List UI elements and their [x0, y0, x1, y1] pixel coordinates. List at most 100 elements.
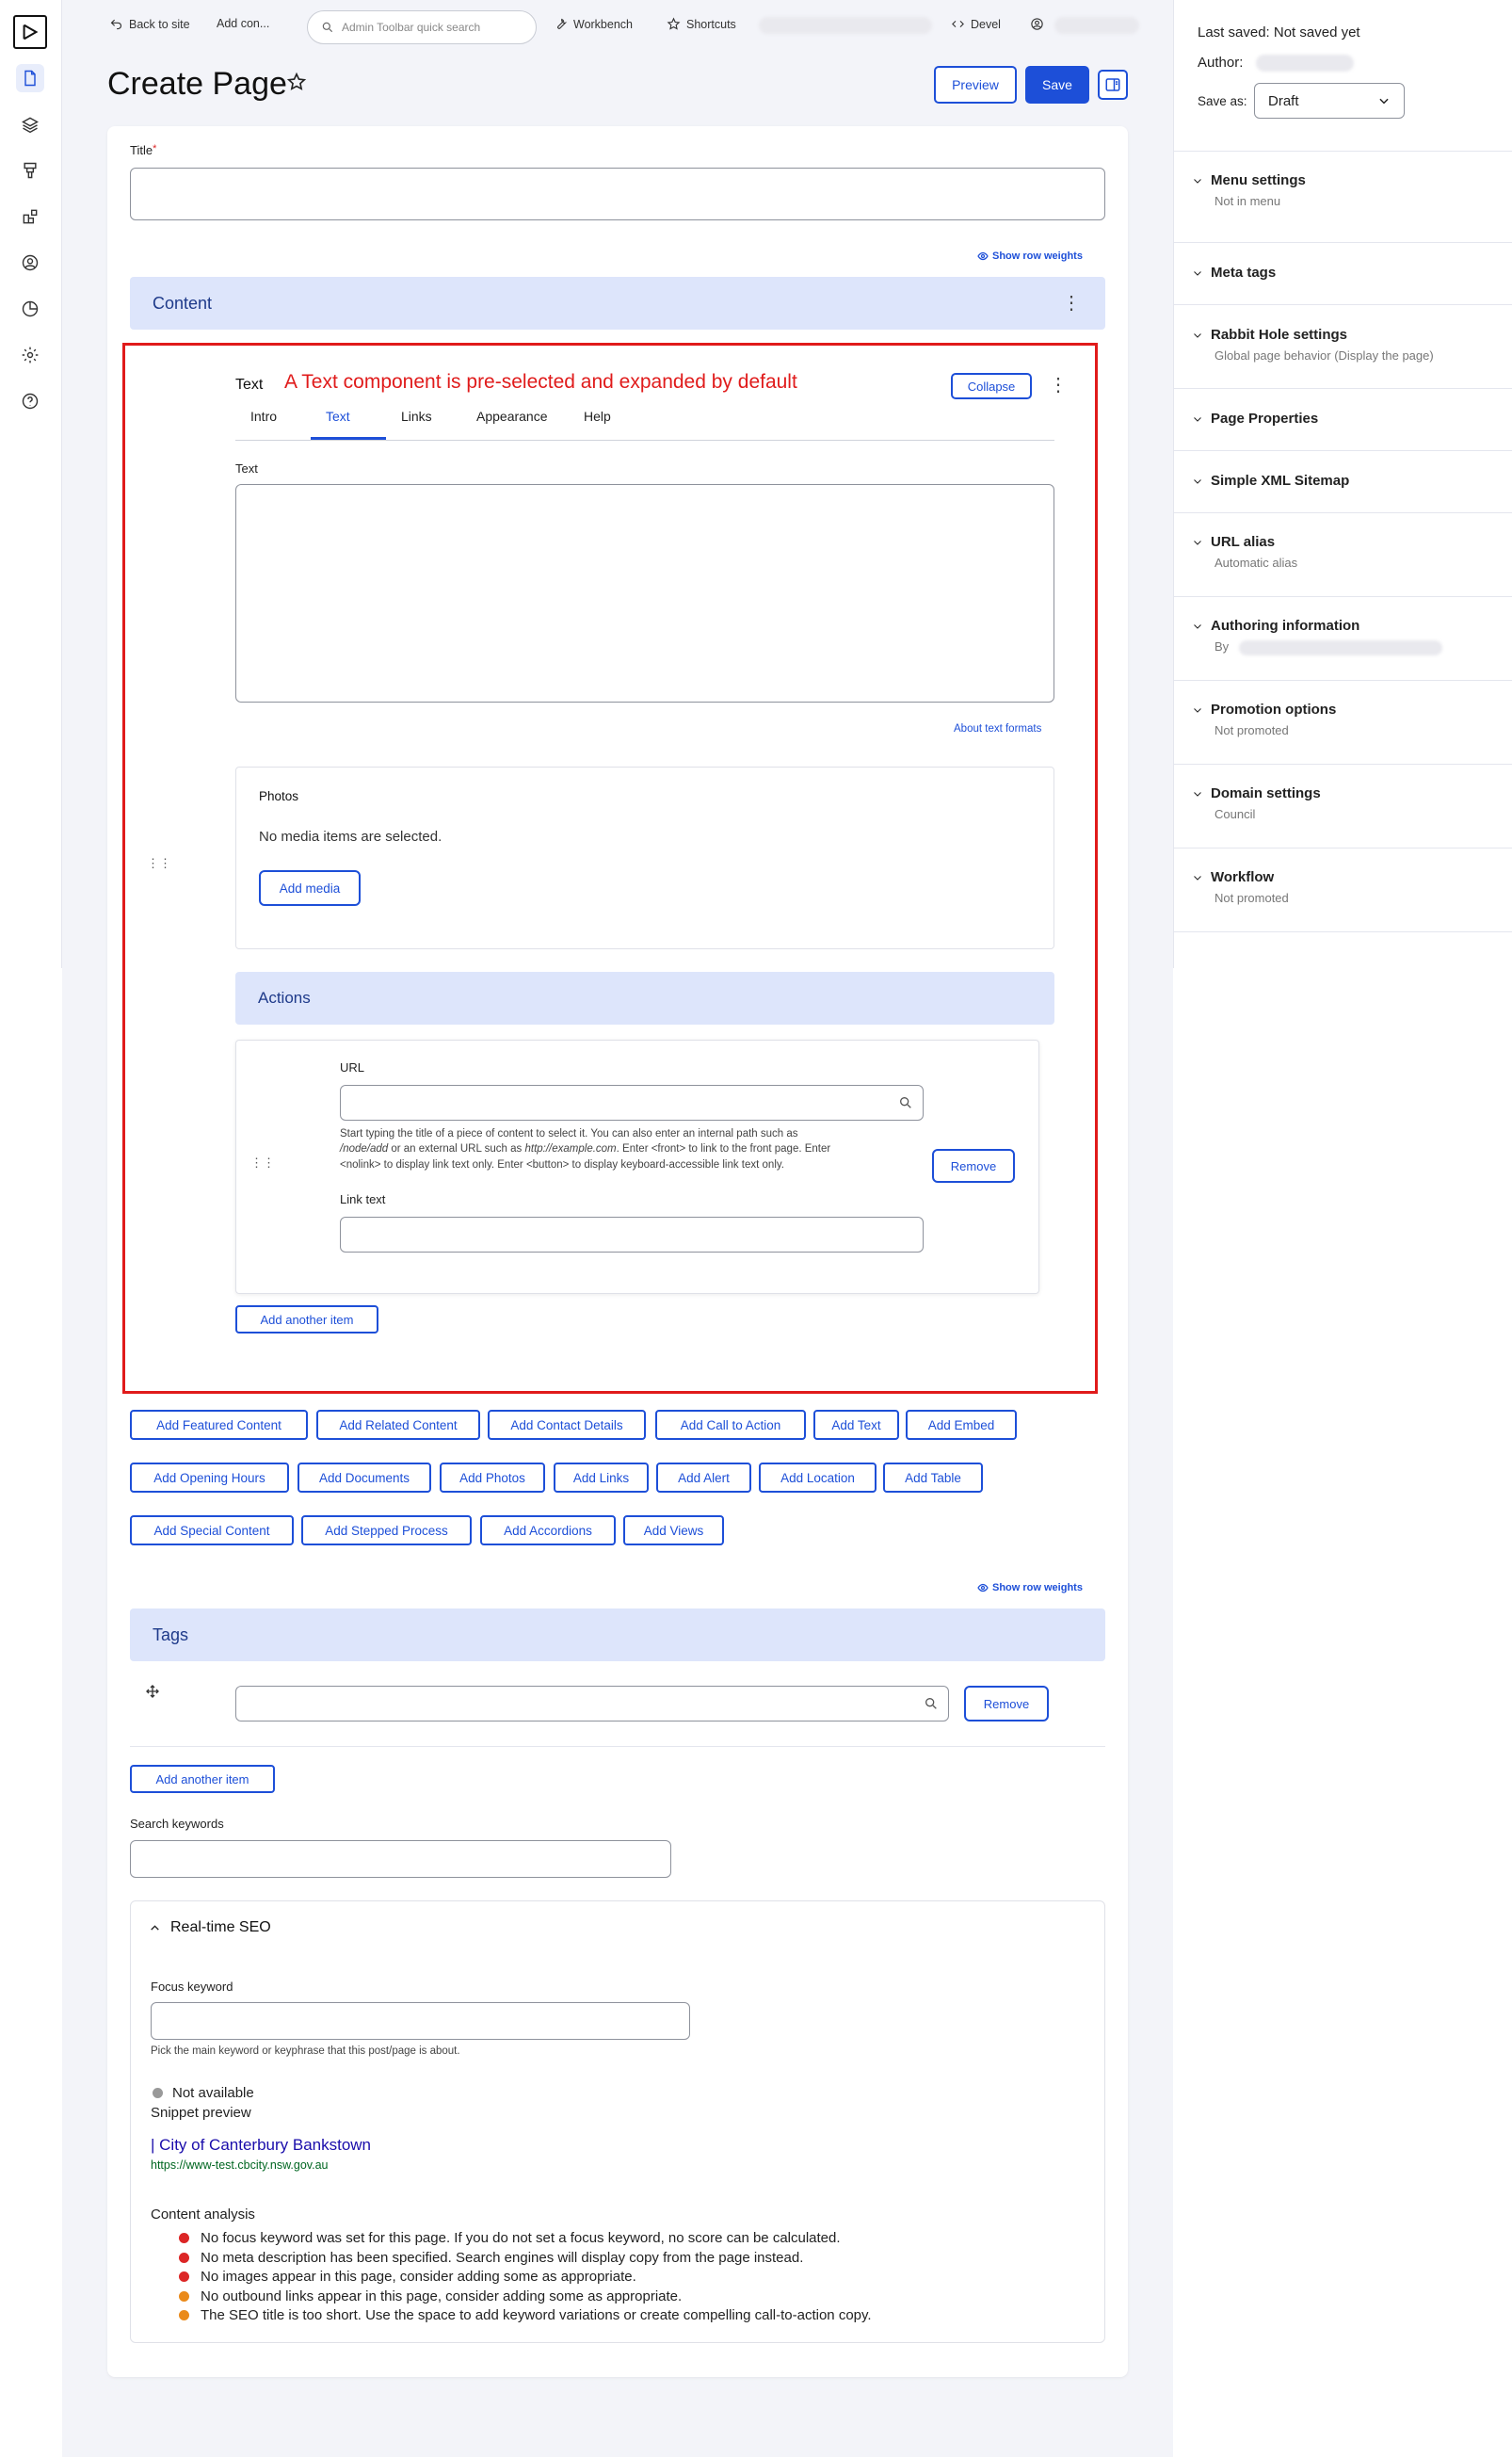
add-media-button[interactable]: Add media	[259, 870, 361, 906]
section-title: Workflow	[1211, 869, 1275, 885]
menu-settings-section[interactable]: Menu settings Not in menu	[1192, 172, 1306, 208]
add-call-to-action-button[interactable]: Add Call to Action	[655, 1410, 806, 1440]
link-text-input[interactable]	[340, 1217, 924, 1253]
text-field-label: Text	[235, 461, 258, 476]
tags-add-another-button[interactable]: Add another item	[130, 1765, 275, 1793]
add-featured-content-button[interactable]: Add Featured Content	[130, 1410, 308, 1440]
chevron-down-icon	[1194, 478, 1201, 484]
snippet-title: | City of Canterbury Bankstown	[151, 2136, 372, 2154]
help-icon[interactable]	[16, 387, 44, 415]
show-row-weights-label: Show row weights	[992, 251, 1083, 262]
toolbar-search-input[interactable]: Admin Toolbar quick search	[307, 10, 537, 44]
layers-icon[interactable]	[16, 110, 44, 138]
component-drag-handle-icon[interactable]: ⋮⋮	[147, 857, 171, 869]
content-icon[interactable]	[16, 64, 44, 92]
simple-xml-sitemap-section[interactable]: Simple XML Sitemap	[1192, 473, 1349, 489]
url-help-line-3: <nolink> to display link text only. Ente…	[340, 1159, 784, 1171]
user-menu[interactable]	[1030, 17, 1044, 31]
chevron-down-icon	[1194, 270, 1201, 276]
tab-text[interactable]: Text	[326, 409, 350, 424]
add-documents-button[interactable]: Add Documents	[298, 1463, 431, 1493]
actions-add-another-button[interactable]: Add another item	[235, 1305, 378, 1334]
action-drag-handle-icon[interactable]: ⋮⋮	[250, 1156, 275, 1169]
focus-keyword-input[interactable]	[151, 2002, 690, 2040]
tab-intro[interactable]: Intro	[250, 409, 277, 424]
add-alert-button[interactable]: Add Alert	[656, 1463, 751, 1493]
preview-button[interactable]: Preview	[934, 66, 1017, 104]
blurred-toolbar-item	[759, 17, 932, 34]
workbench-label: Workbench	[573, 17, 633, 31]
add-text-button[interactable]: Add Text	[813, 1410, 899, 1440]
url-input[interactable]	[340, 1085, 924, 1121]
save-as-select[interactable]: Draft	[1254, 83, 1405, 119]
add-related-content-button[interactable]: Add Related Content	[316, 1410, 480, 1440]
meta-tags-section[interactable]: Meta tags	[1192, 265, 1276, 281]
extend-icon[interactable]	[16, 202, 44, 231]
about-text-formats-link[interactable]: About text formats	[954, 723, 1041, 735]
component-menu-kebab-icon[interactable]: ⋮	[1049, 373, 1068, 397]
url-alias-section[interactable]: URL alias Automatic alias	[1192, 534, 1297, 570]
page-properties-section[interactable]: Page Properties	[1192, 411, 1318, 427]
seo-header[interactable]: Real-time SEO	[149, 1919, 271, 1936]
title-label-text: Title	[130, 143, 153, 157]
add-content-link[interactable]: Add con...	[217, 17, 269, 30]
show-row-weights-link[interactable]: Show row weights	[977, 251, 1083, 262]
add-links-button[interactable]: Add Links	[554, 1463, 649, 1493]
tags-section-header: Tags	[130, 1608, 1105, 1661]
devel-link[interactable]: Devel	[951, 17, 1001, 31]
add-contact-details-button[interactable]: Add Contact Details	[488, 1410, 646, 1440]
content-menu-kebab-icon[interactable]: ⋮	[1062, 290, 1081, 316]
url-label: URL	[340, 1060, 365, 1075]
add-embed-button[interactable]: Add Embed	[906, 1410, 1017, 1440]
add-special-content-button[interactable]: Add Special Content	[130, 1515, 294, 1545]
url-help-line-2: /node/add or an external URL such as htt…	[340, 1143, 830, 1155]
domain-settings-section[interactable]: Domain settings Council	[1192, 785, 1321, 821]
page-title: Create Page	[107, 66, 287, 102]
focus-keyword-help: Pick the main keyword or keyphrase that …	[151, 2045, 460, 2057]
tags-input[interactable]	[235, 1686, 949, 1722]
toggle-sidebar-button[interactable]	[1098, 70, 1128, 100]
required-mark: *	[153, 143, 157, 154]
tab-links[interactable]: Links	[401, 409, 432, 424]
left-sidebar	[0, 0, 62, 968]
show-row-weights-link-tags[interactable]: Show row weights	[977, 1582, 1083, 1593]
add-stepped-process-button[interactable]: Add Stepped Process	[301, 1515, 472, 1545]
workbench-link[interactable]: Workbench	[554, 17, 633, 31]
section-title: Domain settings	[1211, 785, 1321, 801]
search-keywords-input[interactable]	[130, 1840, 671, 1878]
add-accordions-button[interactable]: Add Accordions	[480, 1515, 616, 1545]
analysis-text: The SEO title is too short. Use the spac…	[201, 2307, 872, 2323]
text-body-editor[interactable]	[235, 484, 1054, 703]
config-gear-icon[interactable]	[16, 341, 44, 369]
shortcuts-link[interactable]: Shortcuts	[667, 17, 736, 31]
add-table-button[interactable]: Add Table	[883, 1463, 983, 1493]
save-button[interactable]: Save	[1025, 66, 1089, 104]
analysis-item: No images appear in this page, consider …	[179, 2269, 636, 2285]
logo-icon[interactable]	[13, 15, 47, 49]
chevron-down-icon	[1194, 791, 1201, 797]
blurred-author-name	[1256, 55, 1354, 72]
show-row-weights-label-tags: Show row weights	[992, 1582, 1083, 1593]
section-sub: Not promoted	[1214, 723, 1289, 737]
workflow-section[interactable]: Workflow Not promoted	[1192, 869, 1289, 905]
chevron-down-icon	[1194, 540, 1201, 545]
collapse-button[interactable]: Collapse	[951, 373, 1032, 399]
tab-appearance[interactable]: Appearance	[476, 409, 548, 424]
people-icon[interactable]	[16, 249, 44, 277]
promotion-options-section[interactable]: Promotion options Not promoted	[1192, 702, 1336, 737]
action-remove-button[interactable]: Remove	[932, 1149, 1015, 1183]
tab-help[interactable]: Help	[584, 409, 611, 424]
favorite-star-icon[interactable]	[286, 72, 307, 95]
add-location-button[interactable]: Add Location	[759, 1463, 877, 1493]
rabbit-hole-section[interactable]: Rabbit Hole settings Global page behavio…	[1192, 327, 1434, 363]
tags-move-icon[interactable]	[145, 1684, 160, 1702]
tags-remove-button[interactable]: Remove	[964, 1686, 1049, 1722]
add-opening-hours-button[interactable]: Add Opening Hours	[130, 1463, 289, 1493]
reports-icon[interactable]	[16, 295, 44, 323]
add-photos-button[interactable]: Add Photos	[440, 1463, 545, 1493]
back-to-site-link[interactable]: Back to site	[109, 17, 190, 31]
add-views-button[interactable]: Add Views	[623, 1515, 724, 1545]
section-title: Promotion options	[1211, 702, 1337, 718]
title-input[interactable]	[130, 168, 1105, 220]
appearance-icon[interactable]	[16, 156, 44, 185]
